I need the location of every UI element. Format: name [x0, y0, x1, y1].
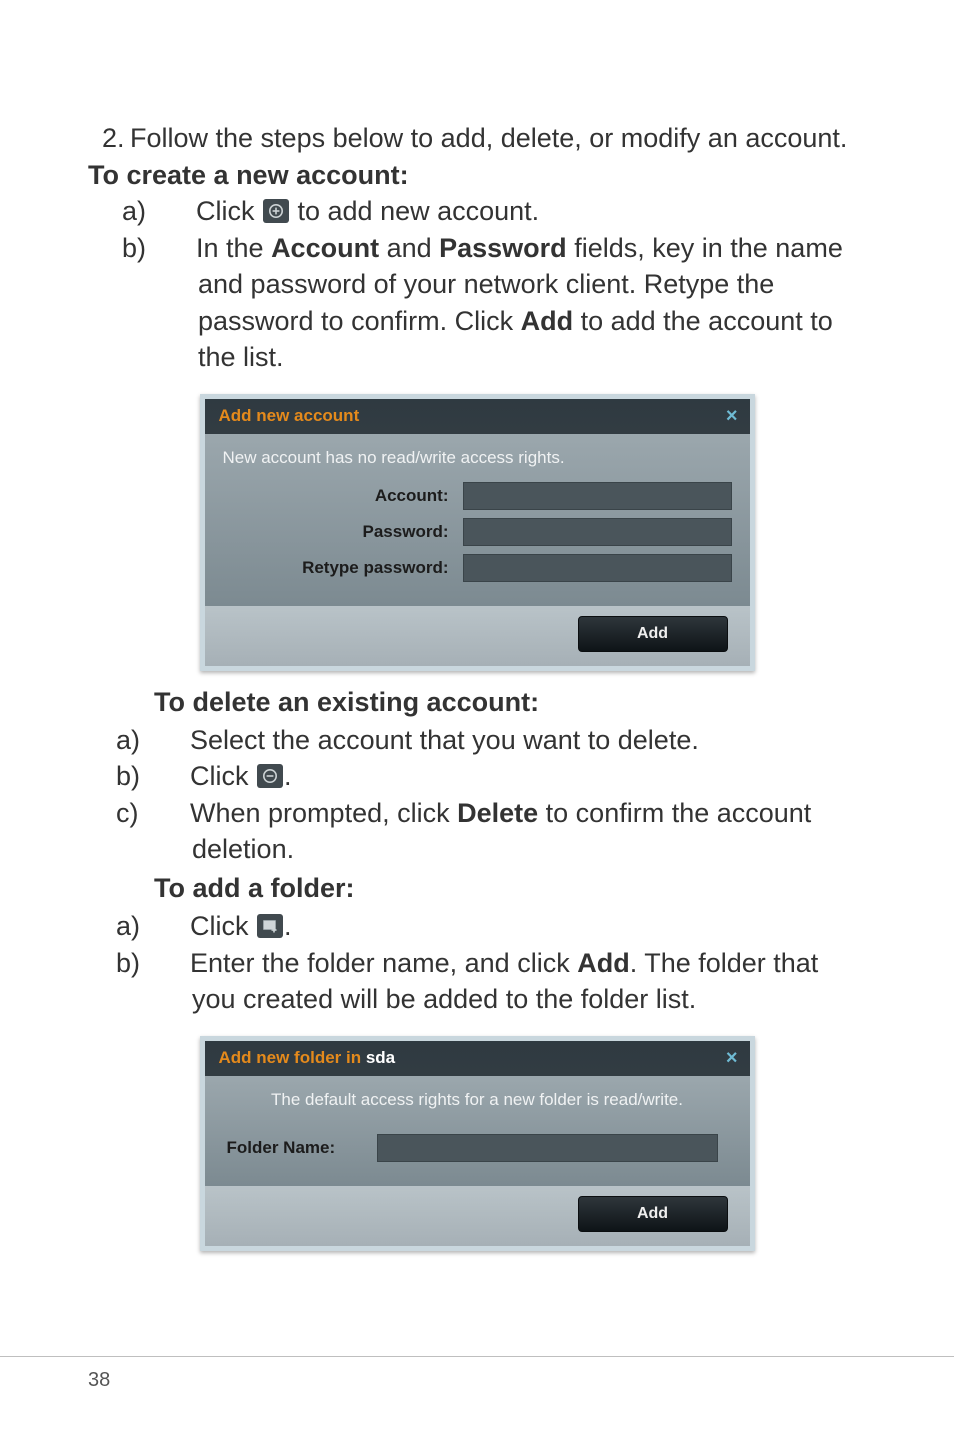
- create-step-a: a)Click to add new account.: [160, 193, 866, 229]
- add-button[interactable]: Add: [578, 616, 728, 652]
- add-account-icon: [263, 199, 289, 223]
- delete-step-b: b)Click .: [154, 758, 866, 794]
- label-retype-password: Retype password:: [223, 558, 463, 578]
- dialog-title: Add new folder in sda: [219, 1048, 396, 1068]
- heading-delete-account: To delete an existing account:: [154, 687, 866, 718]
- step-2: 2.Follow the steps below to add, delete,…: [88, 120, 866, 156]
- step-text: Follow the steps below to add, delete, o…: [130, 123, 847, 153]
- retype-password-input[interactable]: [463, 554, 732, 582]
- delete-step-a: a)Select the account that you want to de…: [154, 722, 866, 758]
- password-input[interactable]: [463, 518, 732, 546]
- dialog-message: New account has no read/write access rig…: [223, 448, 732, 468]
- folder-name-input[interactable]: [377, 1134, 718, 1162]
- remove-account-icon: [257, 764, 283, 788]
- folder-step-b: b)Enter the folder name, and click Add. …: [154, 945, 866, 1018]
- dialog-message: The default access rights for a new fold…: [223, 1090, 732, 1110]
- label-account: Account:: [223, 486, 463, 506]
- delete-step-c: c)When prompted, click Delete to confirm…: [154, 795, 866, 868]
- create-step-b: b)In the Account and Password fields, ke…: [160, 230, 866, 376]
- heading-create-account: To create a new account:: [88, 160, 866, 191]
- close-icon[interactable]: ×: [726, 405, 738, 428]
- folder-step-a: a)Click .: [154, 908, 866, 944]
- add-folder-icon: [257, 914, 283, 938]
- close-icon[interactable]: ×: [726, 1047, 738, 1070]
- dialog-add-folder: Add new folder in sda × The default acce…: [200, 1036, 755, 1251]
- dialog-title: Add new account: [219, 406, 360, 426]
- heading-add-folder: To add a folder:: [154, 873, 866, 904]
- page-number: 38: [0, 1356, 954, 1392]
- dialog-titlebar: Add new account ×: [200, 394, 755, 434]
- add-button[interactable]: Add: [578, 1196, 728, 1232]
- label-password: Password:: [223, 522, 463, 542]
- dialog-titlebar: Add new folder in sda ×: [200, 1036, 755, 1076]
- account-input[interactable]: [463, 482, 732, 510]
- label-folder-name: Folder Name:: [223, 1138, 377, 1158]
- step-number: 2.: [102, 120, 130, 156]
- dialog-add-account: Add new account × New account has no rea…: [200, 394, 755, 671]
